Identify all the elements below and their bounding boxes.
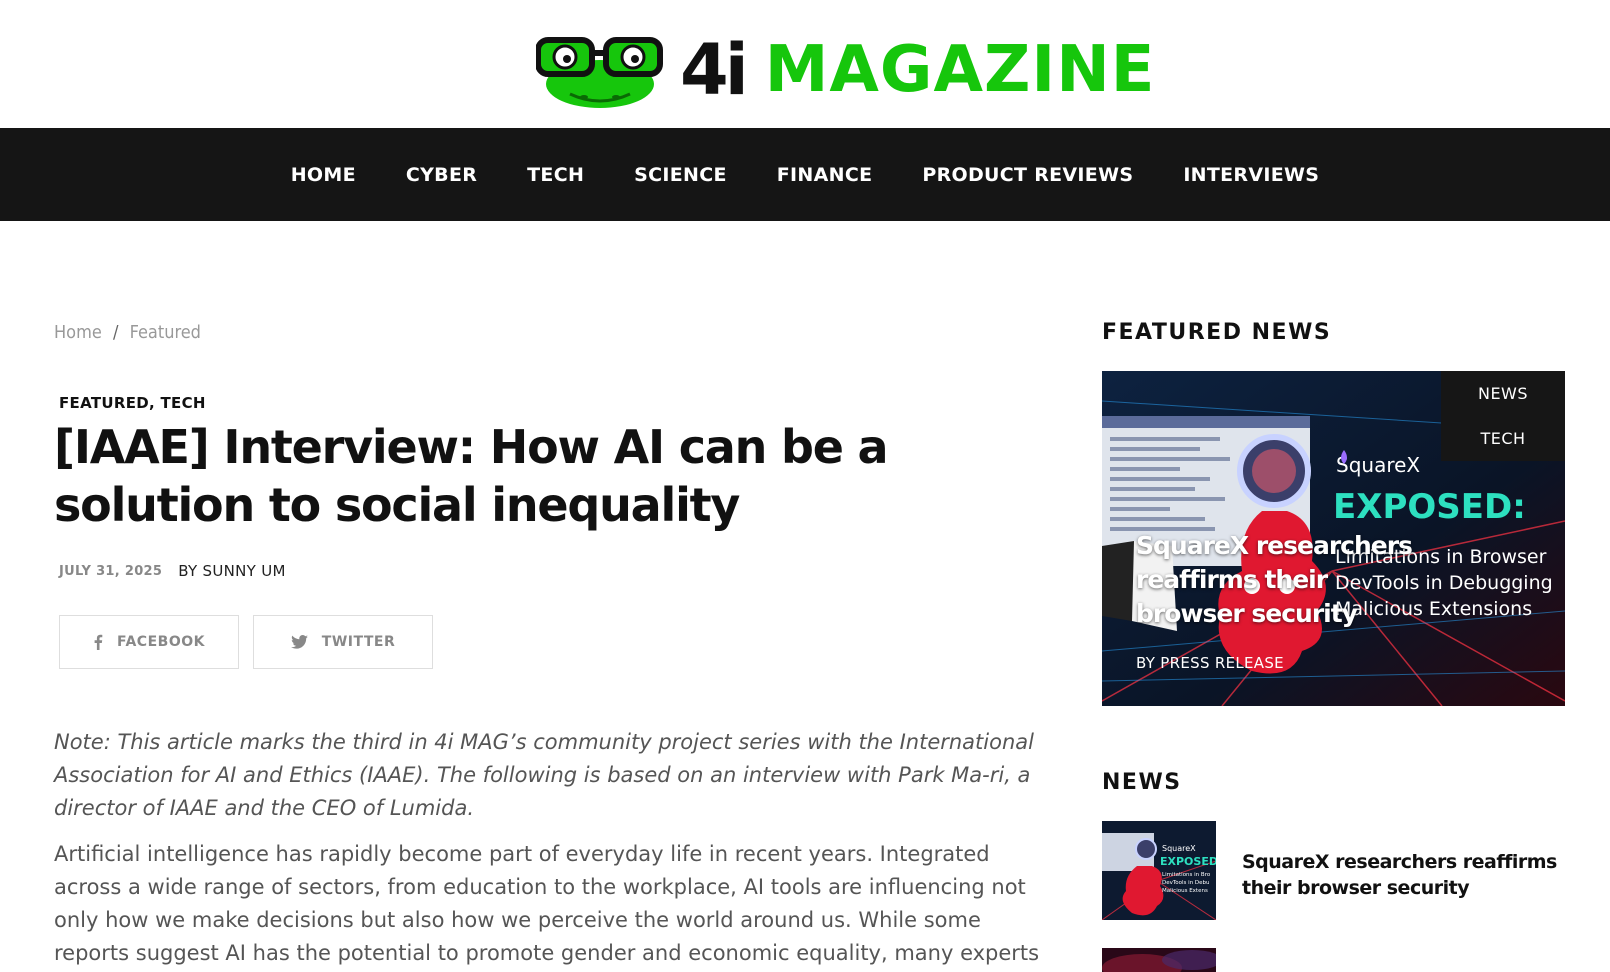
breadcrumb-home[interactable]: Home <box>54 322 102 343</box>
featured-card-title[interactable]: SquareX researchers reaffirms their brow… <box>1136 529 1436 631</box>
tag-news[interactable]: NEWS <box>1441 371 1565 416</box>
featured-news-heading: FEATURED NEWS <box>1102 320 1332 345</box>
twitter-icon <box>290 635 308 649</box>
share-twitter-button[interactable]: TWITTER <box>253 615 433 669</box>
facebook-icon <box>94 634 103 650</box>
article-meta: JULY 31, 2025 BY SUNNY UM <box>59 562 286 580</box>
thumb-subtext-3: Malicious Extens <box>1162 888 1208 894</box>
share-facebook-button[interactable]: FACEBOOK <box>59 615 239 669</box>
article-title: [IAAE] Interview: How AI can be a soluti… <box>54 420 889 532</box>
news-thumbnail-second[interactable] <box>1102 948 1216 972</box>
site-logo[interactable]: 4i MAGAZINE <box>536 30 1155 110</box>
thumb-subtext-2: DevTools in Debu <box>1162 880 1210 886</box>
nav-item-finance[interactable]: FINANCE <box>777 164 873 186</box>
share-facebook-label: FACEBOOK <box>117 634 205 650</box>
main-nav: HOME CYBER TECH SCIENCE FINANCE PRODUCT … <box>0 128 1610 221</box>
news-item-title[interactable]: SquareX researchers reaffirms their brow… <box>1242 849 1562 901</box>
news-thumbnail-second-image <box>1102 948 1216 972</box>
article-note: Note: This article marks the third in 4i… <box>54 730 1034 820</box>
nav-item-tech[interactable]: TECH <box>527 164 584 186</box>
featured-card-tags: NEWS TECH <box>1441 371 1565 461</box>
article-date: JULY 31, 2025 <box>59 563 163 579</box>
logo-word: MAGAZINE <box>764 33 1156 107</box>
logo-number: 4i <box>680 29 749 111</box>
thumb-headline: EXPOSED <box>1160 855 1216 868</box>
thumb-subtext-1: Limitations in Bro <box>1162 872 1211 878</box>
nav-item-home[interactable]: HOME <box>291 164 356 186</box>
article-body-paragraph: Artificial intelligence has rapidly beco… <box>54 842 1040 965</box>
featured-image-headline: EXPOSED: <box>1333 487 1526 527</box>
news-thumbnail-image: SquareX EXPOSED Limitations in Bro DevTo… <box>1102 821 1216 920</box>
nav-item-product-reviews[interactable]: PRODUCT REVIEWS <box>922 164 1133 186</box>
thumb-brand: SquareX <box>1162 844 1196 853</box>
nav-item-cyber[interactable]: CYBER <box>406 164 477 186</box>
share-twitter-label: TWITTER <box>321 634 396 650</box>
logo-wordmark: 4i MAGAZINE <box>680 35 1155 105</box>
breadcrumb-separator: / <box>113 322 119 343</box>
tag-tech[interactable]: TECH <box>1441 416 1565 461</box>
nav-item-interviews[interactable]: INTERVIEWS <box>1183 164 1319 186</box>
frog-mascot-icon <box>536 37 663 108</box>
article-author[interactable]: BY SUNNY UM <box>178 562 286 580</box>
news-heading: NEWS <box>1102 770 1182 795</box>
featured-news-card[interactable]: SquareX EXPOSED: Limitations in Browser … <box>1102 371 1565 706</box>
article-categories[interactable]: FEATURED, TECH <box>59 394 206 412</box>
featured-image-brand: SquareX <box>1336 453 1420 477</box>
news-thumbnail[interactable]: SquareX EXPOSED Limitations in Bro DevTo… <box>1102 821 1216 920</box>
news-list-item[interactable]: SquareX EXPOSED Limitations in Bro DevTo… <box>1102 821 1565 921</box>
featured-card-byline: BY PRESS RELEASE <box>1136 654 1284 672</box>
nav-item-science[interactable]: SCIENCE <box>634 164 727 186</box>
breadcrumb: Home / Featured <box>54 322 201 343</box>
breadcrumb-current[interactable]: Featured <box>130 322 201 343</box>
site-header: 4i MAGAZINE <box>0 0 1610 128</box>
